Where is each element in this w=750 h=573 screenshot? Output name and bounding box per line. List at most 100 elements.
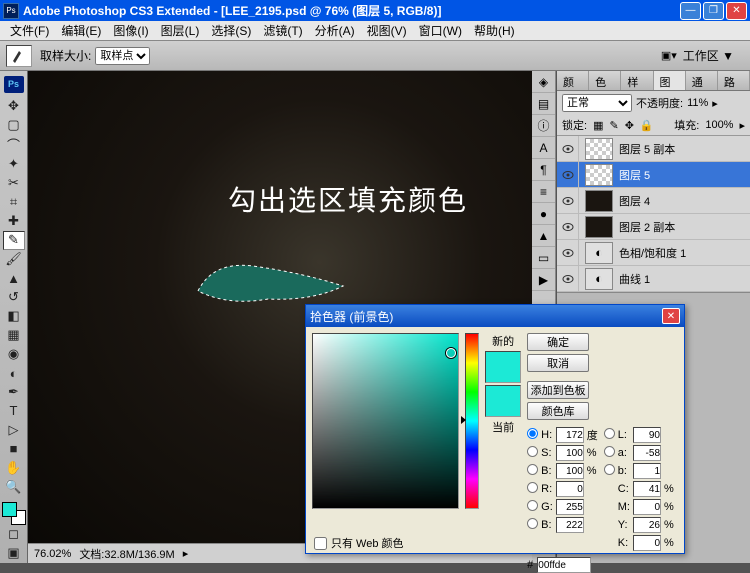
- histogram-icon[interactable]: ▤: [532, 93, 555, 115]
- character-icon[interactable]: A: [532, 137, 555, 159]
- a-radio[interactable]: [604, 446, 615, 457]
- layer-row[interactable]: 图层 4: [557, 188, 750, 214]
- info-icon[interactable]: ⓘ: [532, 115, 555, 137]
- color-swatches[interactable]: [2, 502, 26, 525]
- navigator-icon[interactable]: ◈: [532, 71, 555, 93]
- menu-item[interactable]: 分析(A): [309, 20, 361, 41]
- close-button[interactable]: ✕: [726, 2, 747, 20]
- dialog-close-button[interactable]: ✕: [662, 308, 680, 324]
- g-radio[interactable]: [527, 500, 538, 511]
- visibility-toggle-icon[interactable]: [557, 214, 579, 239]
- layer-thumbnail[interactable]: [585, 164, 613, 186]
- minimize-button[interactable]: —: [680, 2, 701, 20]
- screen-mode-toggle[interactable]: ▣: [3, 544, 25, 563]
- layer-thumbnail[interactable]: ◐: [585, 242, 613, 264]
- panel-tab[interactable]: 路径: [718, 71, 750, 90]
- eraser-tool[interactable]: ◧: [3, 307, 25, 326]
- pen-tool[interactable]: ✒: [3, 383, 25, 402]
- visibility-toggle-icon[interactable]: [557, 240, 579, 265]
- b-radio[interactable]: [527, 464, 538, 475]
- hand-tool[interactable]: ✋: [3, 458, 25, 477]
- eyedropper-tool[interactable]: ✎: [3, 231, 25, 250]
- l-radio[interactable]: [604, 428, 615, 439]
- opacity-value[interactable]: 11%: [687, 97, 708, 109]
- s-input[interactable]: [556, 445, 584, 461]
- panel-tab[interactable]: 样式: [621, 71, 653, 90]
- brgb-input[interactable]: [556, 517, 584, 533]
- move-tool[interactable]: ✥: [3, 97, 25, 116]
- panel-tab[interactable]: 通道: [686, 71, 718, 90]
- menu-item[interactable]: 文件(F): [4, 20, 55, 41]
- tool-presets-icon[interactable]: ▲: [532, 225, 555, 247]
- maximize-button[interactable]: ❐: [703, 2, 724, 20]
- panel-tab[interactable]: 颜色: [557, 71, 589, 90]
- visibility-toggle-icon[interactable]: [557, 136, 579, 161]
- layer-row[interactable]: ◐曲线 1: [557, 266, 750, 292]
- layer-thumbnail[interactable]: ◐: [585, 268, 613, 290]
- workspace-menu[interactable]: 工作区 ▼: [683, 47, 734, 64]
- history-brush-tool[interactable]: ↺: [3, 288, 25, 307]
- layer-comps-icon[interactable]: ▭: [532, 247, 555, 269]
- lock-pixels-icon[interactable]: ✎: [609, 119, 618, 132]
- menu-item[interactable]: 帮助(H): [468, 20, 521, 41]
- brgb-radio[interactable]: [527, 518, 538, 529]
- panel-tab[interactable]: 色板: [589, 71, 621, 90]
- panel-tab[interactable]: 图层: [654, 71, 686, 90]
- path-select-tool[interactable]: ▷: [3, 420, 25, 439]
- healing-tool[interactable]: ✚: [3, 212, 25, 231]
- sample-size-select[interactable]: 取样点: [95, 47, 150, 65]
- bv-input[interactable]: [556, 463, 584, 479]
- lock-all-icon[interactable]: 🔒: [640, 119, 654, 132]
- type-tool[interactable]: T: [3, 402, 25, 421]
- layer-thumbnail[interactable]: [585, 216, 613, 238]
- m-input[interactable]: [633, 499, 661, 515]
- marquee-tool[interactable]: ▢: [3, 116, 25, 135]
- hex-input[interactable]: [537, 557, 591, 573]
- gradient-tool[interactable]: ▦: [3, 326, 25, 345]
- zoom-level[interactable]: 76.02%: [34, 548, 71, 560]
- quick-mask-toggle[interactable]: ◻: [3, 525, 25, 544]
- c-input[interactable]: [633, 481, 661, 497]
- crop-tool[interactable]: ✂: [3, 174, 25, 193]
- menu-item[interactable]: 视图(V): [361, 20, 413, 41]
- only-web-checkbox[interactable]: [314, 537, 327, 550]
- l-input[interactable]: [633, 427, 661, 443]
- menu-item[interactable]: 选择(S): [205, 20, 257, 41]
- menu-item[interactable]: 窗口(W): [413, 20, 468, 41]
- clone-icon[interactable]: ≡: [532, 181, 555, 203]
- h-input[interactable]: [556, 427, 584, 443]
- blab-input[interactable]: [633, 463, 661, 479]
- stamp-tool[interactable]: ▲: [3, 269, 25, 288]
- r-input[interactable]: [556, 481, 584, 497]
- lasso-tool[interactable]: ⌒: [3, 135, 25, 155]
- color-libraries-button[interactable]: 颜色库: [527, 402, 589, 420]
- lock-transparency-icon[interactable]: ▦: [593, 119, 603, 132]
- quick-select-tool[interactable]: ✦: [3, 155, 25, 174]
- r-radio[interactable]: [527, 482, 538, 493]
- saturation-brightness-field[interactable]: [312, 333, 459, 509]
- menu-item[interactable]: 图层(L): [155, 20, 206, 41]
- visibility-toggle-icon[interactable]: [557, 188, 579, 213]
- g-input[interactable]: [556, 499, 584, 515]
- y-input[interactable]: [633, 517, 661, 533]
- actions-icon[interactable]: ▶: [532, 269, 555, 291]
- foreground-color-swatch[interactable]: [2, 502, 17, 517]
- ok-button[interactable]: 确定: [527, 333, 589, 351]
- brushes-icon[interactable]: ●: [532, 203, 555, 225]
- layer-thumbnail[interactable]: [585, 138, 613, 160]
- a-input[interactable]: [633, 445, 661, 461]
- visibility-toggle-icon[interactable]: [557, 162, 579, 187]
- layer-row[interactable]: 图层 5: [557, 162, 750, 188]
- layer-row[interactable]: 图层 5 副本: [557, 136, 750, 162]
- menu-item[interactable]: 滤镜(T): [257, 20, 308, 41]
- visibility-toggle-icon[interactable]: [557, 266, 579, 291]
- blur-tool[interactable]: ◉: [3, 345, 25, 364]
- add-swatch-button[interactable]: 添加到色板: [527, 381, 589, 399]
- paragraph-icon[interactable]: ¶: [532, 159, 555, 181]
- slice-tool[interactable]: ⌗: [3, 193, 25, 212]
- brush-tool[interactable]: 🖌: [3, 250, 25, 269]
- k-input[interactable]: [633, 535, 661, 551]
- dodge-tool[interactable]: ◐: [3, 364, 25, 383]
- zoom-tool[interactable]: 🔍: [3, 477, 25, 496]
- s-radio[interactable]: [527, 446, 538, 457]
